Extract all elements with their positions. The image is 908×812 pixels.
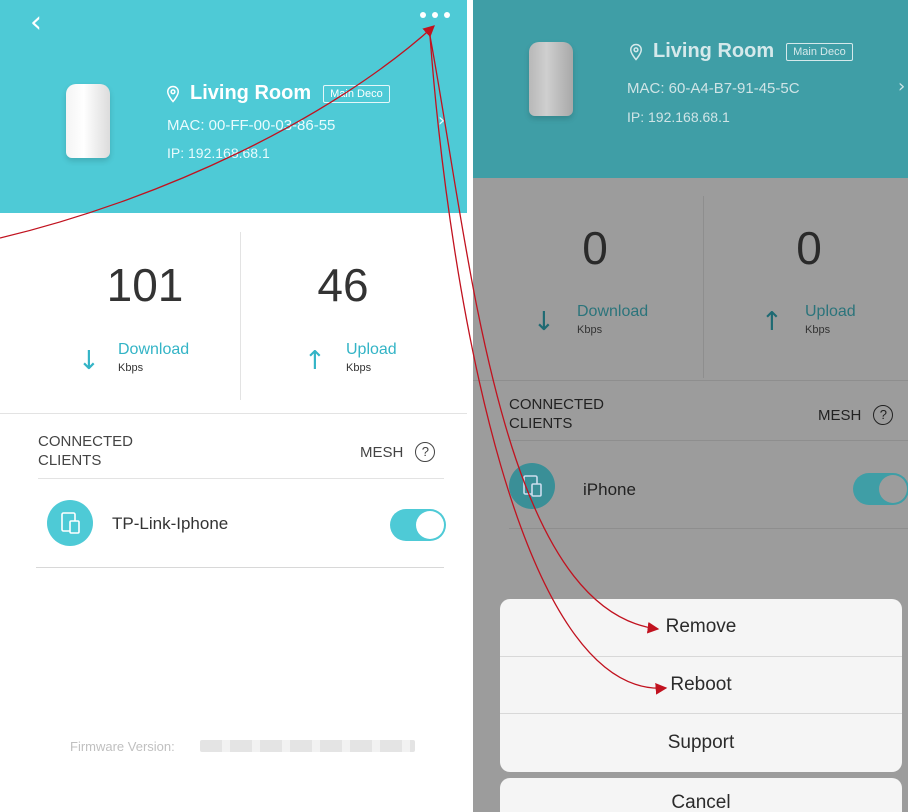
mac-address: MAC: 00-FF-00-03-86-55 — [167, 117, 336, 134]
client-toggle[interactable] — [853, 473, 908, 505]
deco-device-image — [529, 42, 573, 116]
devices-icon — [509, 463, 555, 509]
ip-address: IP: 192.168.68.1 — [627, 109, 730, 125]
arrow-down-icon: ↓ — [78, 346, 100, 376]
arrow-up-icon: ↑ — [304, 346, 326, 376]
upload-value: 46 — [317, 259, 369, 311]
mesh-label[interactable]: MESH ? — [818, 405, 894, 425]
download-label: Download — [577, 303, 649, 320]
arrow-down-icon: ↓ — [533, 307, 555, 337]
download-unit: Kbps — [118, 362, 144, 374]
mesh-label[interactable]: MESH ? — [360, 442, 436, 462]
device-location: Living Room Main Deco — [164, 82, 390, 105]
section-divider — [473, 380, 908, 381]
stats-divider — [703, 196, 704, 378]
chevron-right-icon[interactable]: › — [898, 76, 905, 97]
client-name[interactable]: TP-Link-Iphone — [112, 514, 228, 534]
upload-label: Upload — [346, 341, 397, 358]
back-chevron-icon[interactable]: ‹ — [30, 8, 52, 38]
deco-device-image — [66, 84, 110, 158]
firmware-value-redacted — [200, 740, 415, 752]
devices-icon — [47, 500, 93, 546]
mesh-text: MESH — [818, 406, 862, 424]
action-sheet: Remove Reboot Support — [500, 599, 902, 772]
question-circle-icon[interactable]: ? — [873, 405, 894, 425]
connected-clients-title: CONNECTED CLIENTS — [509, 396, 605, 432]
question-circle-icon[interactable]: ? — [415, 442, 436, 462]
section-divider — [0, 413, 467, 414]
main-deco-tag: Main Deco — [323, 84, 390, 103]
list-divider — [509, 440, 908, 441]
location-name: Living Room — [653, 40, 775, 62]
location-pin-icon — [166, 85, 180, 103]
download-unit: Kbps — [577, 324, 603, 336]
device-header: ‹ Living Room Main Deco MAC: 00-FF-00-03… — [0, 0, 467, 213]
upload-unit: Kbps — [346, 362, 372, 374]
arrow-up-icon: ↑ — [761, 307, 783, 337]
client-name[interactable]: iPhone — [583, 480, 636, 500]
download-label: Download — [118, 341, 190, 358]
remove-option[interactable]: Remove — [500, 599, 902, 657]
connected-clients-title: CONNECTED CLIENTS — [38, 433, 134, 469]
tutorial-stage: ‹ Living Room Main Deco MAC: 00-FF-00-03… — [0, 0, 908, 812]
list-divider — [36, 567, 444, 568]
client-toggle[interactable] — [390, 509, 446, 541]
deco-options-screen: Living Room Main Deco MAC: 60-A4-B7-91-4… — [473, 0, 908, 812]
more-dots-icon[interactable] — [420, 12, 450, 18]
download-value: 0 — [582, 222, 608, 274]
support-option[interactable]: Support — [500, 714, 902, 772]
device-header: Living Room Main Deco MAC: 60-A4-B7-91-4… — [473, 0, 908, 178]
upload-label: Upload — [805, 303, 856, 320]
mesh-text: MESH — [360, 443, 404, 461]
cancel-button[interactable]: Cancel — [500, 778, 902, 812]
download-value: 101 — [106, 259, 184, 311]
upload-unit: Kbps — [805, 324, 831, 336]
location-name: Living Room — [190, 82, 312, 104]
firmware-label: Firmware Version: — [70, 739, 175, 754]
list-divider — [509, 528, 908, 529]
chevron-right-icon[interactable]: › — [438, 110, 445, 131]
location-pin-icon — [629, 43, 643, 61]
mac-address: MAC: 60-A4-B7-91-45-5C — [627, 80, 800, 97]
reboot-option[interactable]: Reboot — [500, 657, 902, 714]
list-divider — [38, 478, 444, 479]
deco-detail-screen: ‹ Living Room Main Deco MAC: 00-FF-00-03… — [0, 0, 467, 812]
ip-address: IP: 192.168.68.1 — [167, 145, 270, 161]
upload-value: 0 — [796, 222, 822, 274]
device-location: Living Room Main Deco — [627, 40, 853, 63]
main-deco-tag: Main Deco — [786, 42, 853, 61]
